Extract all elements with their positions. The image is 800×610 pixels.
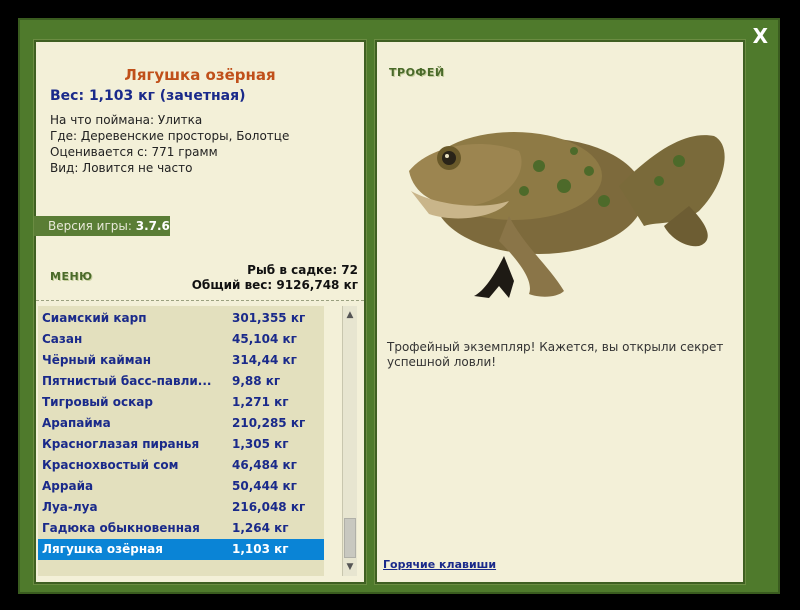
catch-fish-name: Сиамский карп bbox=[42, 311, 147, 325]
catch-list-item[interactable]: Аррайа 50,444 кг bbox=[38, 476, 324, 497]
catch-fish-weight: 46,484 кг bbox=[232, 458, 297, 472]
game-version: Версия игры: 3.7.6 bbox=[34, 216, 170, 236]
catch-list-item[interactable]: Арапайма 210,285 кг bbox=[38, 413, 324, 434]
catch-fish-name: Чёрный кайман bbox=[42, 353, 152, 367]
catch-fish-weight: 1,271 кг bbox=[232, 395, 289, 409]
frog-image bbox=[409, 132, 725, 298]
fish-weight: Вес: 1,103 кг (зачетная) bbox=[50, 88, 246, 104]
catch-list-item[interactable]: Гадюка обыкновенная 1,264 кг bbox=[38, 518, 324, 539]
catch-list: Сиамский карп 301,355 кг Сазан 45,104 кг Чёр… bbox=[38, 306, 324, 576]
scroll-up-icon[interactable]: ▲ bbox=[343, 308, 357, 322]
catch-fish-weight: 45,104 кг bbox=[232, 332, 297, 346]
catch-fish-weight: 216,048 кг bbox=[232, 500, 306, 514]
catch-fish-name: Гадюка обыкновенная bbox=[42, 521, 200, 535]
catch-list-item[interactable]: Луа-луа 216,048 кг bbox=[38, 497, 324, 518]
catch-fish-weight: 301,355 кг bbox=[232, 311, 306, 325]
catch-fish-name: Сазан bbox=[42, 332, 83, 346]
catch-fish-name: Аррайа bbox=[42, 479, 94, 493]
catch-fish-name: Арапайма bbox=[42, 416, 111, 430]
scroll-thumb[interactable] bbox=[344, 518, 356, 558]
fish-rarity: Вид: Ловится не часто bbox=[50, 161, 193, 175]
catch-fish-name: Краснохвостый сом bbox=[42, 458, 179, 472]
game-window: X Лягушка озёрная Вес: 1,103 кг (зачетна… bbox=[18, 18, 780, 594]
catch-fish-weight: 50,444 кг bbox=[232, 479, 297, 493]
scroll-down-icon[interactable]: ▼ bbox=[343, 560, 357, 574]
divider bbox=[36, 300, 364, 301]
fish-min-weight: Оценивается с: 771 грамм bbox=[50, 145, 218, 159]
catch-list-item[interactable]: Сазан 45,104 кг bbox=[38, 329, 324, 350]
catch-fish-weight: 210,285 кг bbox=[232, 416, 306, 430]
list-scrollbar[interactable]: ▲ ▼ bbox=[342, 306, 357, 576]
catch-fish-name: Луа-луа bbox=[42, 500, 98, 514]
menu-button[interactable]: МЕНЮ bbox=[50, 270, 93, 283]
fish-details: На что поймана: Улитка Где: Деревенские … bbox=[50, 112, 289, 176]
catch-fish-name: Тигровый оскар bbox=[42, 395, 153, 409]
catch-fish-weight: 9,88 кг bbox=[232, 374, 281, 388]
catch-fish-name: Пятнистый басс-павли... bbox=[42, 374, 212, 388]
catch-fish-weight: 1,103 кг bbox=[232, 542, 289, 556]
version-value: 3.7.6 bbox=[135, 219, 170, 233]
trophy-panel: ТРОФЕЙ Трофейный экземпляр! Кажется, вы … bbox=[375, 40, 745, 584]
fish-info-panel: Лягушка озёрная Вес: 1,103 кг (зачетная)… bbox=[34, 40, 366, 584]
fish-count: Рыб в садке: 72 bbox=[247, 263, 358, 277]
fish-title: Лягушка озёрная bbox=[124, 66, 276, 84]
catch-fish-weight: 1,305 кг bbox=[232, 437, 289, 451]
catch-fish-name: Лягушка озёрная bbox=[42, 542, 163, 556]
keepnet-stats: Рыб в садке: 72 Общий вес: 9126,748 кг bbox=[192, 263, 358, 293]
catch-fish-weight: 314,44 кг bbox=[232, 353, 297, 367]
catch-list-item[interactable]: Лягушка озёрная 1,103 кг bbox=[38, 539, 324, 560]
catch-list-item[interactable]: Тигровый оскар 1,271 кг bbox=[38, 392, 324, 413]
catch-list-item[interactable]: Пятнистый басс-павли... 9,88 кг bbox=[38, 371, 324, 392]
catch-list-item[interactable]: Чёрный кайман 314,44 кг bbox=[38, 350, 324, 371]
catch-list-item[interactable]: Краснохвостый сом 46,484 кг bbox=[38, 455, 324, 476]
version-label: Версия игры: bbox=[48, 219, 132, 233]
trophy-description: Трофейный экземпляр! Кажется, вы открыли… bbox=[387, 340, 724, 369]
catch-list-item[interactable]: Сиамский карп 301,355 кг bbox=[38, 308, 324, 329]
fish-bait: На что поймана: Улитка bbox=[50, 113, 203, 127]
catch-fish-name: Красноглазая пиранья bbox=[42, 437, 200, 451]
fish-location: Где: Деревенские просторы, Болотце bbox=[50, 129, 290, 143]
catch-list-item[interactable]: Красноглазая пиранья 1,305 кг bbox=[38, 434, 324, 455]
hotkeys-link[interactable]: Горячие клавиши bbox=[383, 558, 496, 571]
close-icon[interactable]: X bbox=[753, 24, 768, 48]
catch-fish-weight: 1,264 кг bbox=[232, 521, 289, 535]
total-weight: Общий вес: 9126,748 кг bbox=[191, 278, 358, 292]
